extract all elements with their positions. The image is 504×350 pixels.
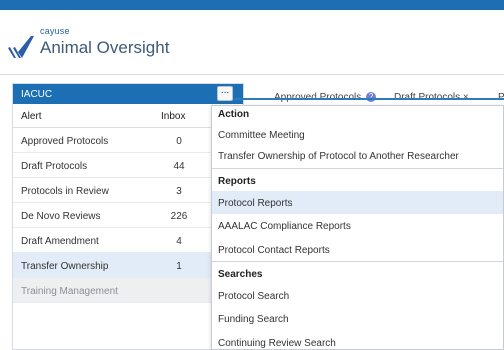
row-inbox-count: 4	[176, 236, 182, 247]
row-name: Training Management	[21, 286, 118, 297]
top-accent-bar	[0, 0, 504, 10]
menu-item-protocol-search[interactable]: Protocol Search	[212, 284, 503, 307]
table-header: Alert Inbox To	[13, 104, 243, 128]
row-inbox-count: 0	[176, 136, 182, 147]
row-inbox-count: 226	[170, 211, 188, 222]
menu-section-reports: Reports	[218, 176, 256, 187]
header-divider	[0, 74, 504, 75]
row-name: Transfer Ownership	[21, 261, 109, 272]
column-header-alert: Alert	[21, 111, 42, 122]
app-logo[interactable]: cayuse Animal Oversight	[6, 22, 186, 66]
row-inbox-count: 3	[176, 186, 182, 197]
table-row[interactable]: Protocols in Review 3	[13, 178, 243, 203]
table-row[interactable]: Approved Protocols 0 4	[13, 128, 243, 153]
menu-item-funding-search[interactable]: Funding Search	[212, 307, 503, 331]
column-header-inbox: Inbox	[161, 111, 186, 122]
row-name: Draft Protocols	[21, 161, 88, 172]
panel-header: IACUC ...	[13, 84, 243, 104]
menu-item-aaalac-compliance-reports[interactable]: AAALAC Compliance Reports	[212, 214, 503, 238]
row-inbox-count: 44	[173, 161, 185, 172]
row-name: De Novo Reviews	[21, 211, 101, 222]
menu-item-protocol-reports[interactable]: Protocol Reports	[212, 191, 503, 214]
row-name: Approved Protocols	[21, 136, 109, 147]
panel-title: IACUC	[21, 89, 53, 100]
actions-dropdown-menu: Action Committee Meeting Transfer Owners…	[211, 105, 504, 350]
menu-section-searches: Searches	[218, 269, 263, 280]
brand-small-label: cayuse	[40, 26, 70, 36]
menu-item-protocol-contact-reports[interactable]: Protocol Contact Reports	[212, 238, 503, 261]
alerts-panel: IACUC ... Alert Inbox To Approved Protoc…	[12, 83, 244, 350]
table-row[interactable]: Draft Amendment 4	[13, 228, 243, 253]
menu-item-committee-meeting[interactable]: Committee Meeting	[212, 124, 503, 145]
table-row[interactable]: Draft Protocols 44	[13, 153, 243, 178]
row-name: Protocols in Review	[21, 186, 109, 197]
row-name: Draft Amendment	[21, 236, 99, 247]
active-tab-indicator	[234, 98, 504, 100]
cayuse-logo-icon	[8, 36, 34, 58]
menu-item-continuing-review-search[interactable]: Continuing Review Search	[212, 331, 503, 349]
table-row-selected[interactable]: Transfer Ownership 1	[13, 253, 243, 278]
menu-section-action: Action	[218, 109, 250, 120]
menu-item-transfer-ownership[interactable]: Transfer Ownership of Protocol to Anothe…	[212, 145, 503, 168]
brand-name: Animal Oversight	[40, 38, 170, 57]
table-row[interactable]: Training Management	[13, 278, 243, 303]
more-actions-button[interactable]: ...	[217, 86, 233, 101]
row-inbox-count: 1	[176, 261, 182, 272]
table-row[interactable]: De Novo Reviews 226 2	[13, 203, 243, 228]
